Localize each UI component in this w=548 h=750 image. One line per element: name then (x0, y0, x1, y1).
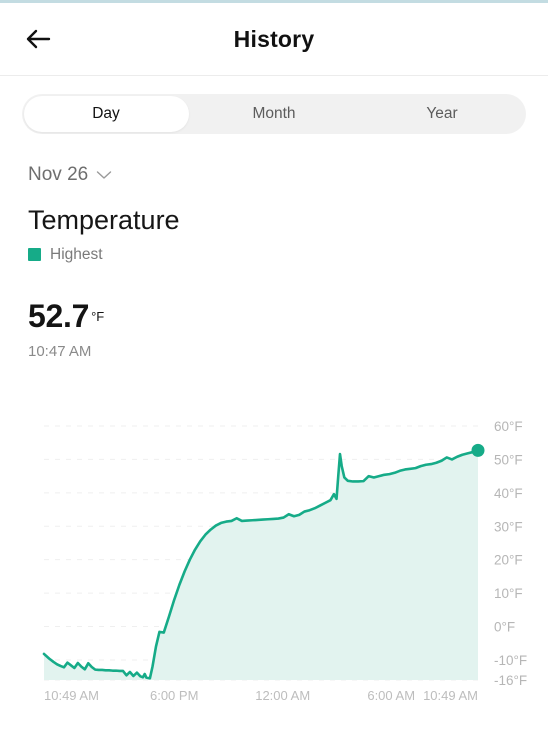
chevron-down-icon (97, 171, 112, 179)
current-value-time: 10:47 AM (28, 342, 92, 360)
chart-y-axis-labels: 60°F 50°F 40°F 30°F 20°F 10°F 0°F -10°F -16°F (494, 419, 527, 688)
x-axis-tick-label: 6:00 AM (367, 688, 415, 703)
segmented-control: Day Month Year (22, 94, 526, 134)
back-button[interactable] (16, 17, 60, 61)
y-axis-tick-label: 10°F (494, 586, 523, 601)
date-label: Nov 26 (28, 164, 89, 185)
x-axis-tick-label: 10:49 AM (423, 688, 478, 703)
chart-area-fill (44, 450, 478, 680)
current-value-unit: °F (91, 308, 105, 324)
tabs-container: Day Month Year (0, 76, 548, 134)
info-block: Nov 26 Temperature Highest 52.7 °F 10:47… (0, 134, 548, 360)
arrow-left-icon (26, 29, 51, 49)
y-axis-tick-label: 0°F (494, 620, 515, 635)
temperature-chart[interactable]: 60°F 50°F 40°F 30°F 20°F 10°F 0°F -10°F -16°F 10… (0, 408, 548, 708)
y-axis-tick-label: 40°F (494, 486, 523, 501)
y-axis-tick-label: -10°F (494, 653, 527, 668)
y-axis-tick-label: 30°F (494, 519, 523, 534)
tab-year[interactable]: Year (358, 94, 526, 134)
chart-endpoint-marker (471, 443, 485, 457)
current-value: 52.7 (28, 297, 90, 334)
tab-month[interactable]: Month (190, 94, 358, 134)
legend-swatch-highest (28, 248, 41, 262)
metric-title: Temperature (28, 205, 180, 235)
app-header: History (0, 3, 548, 76)
chart-legend: Highest (28, 246, 548, 264)
x-axis-tick-label: 12:00 AM (255, 688, 310, 703)
y-axis-tick-label: 50°F (494, 452, 523, 467)
y-axis-tick-label: 60°F (494, 419, 523, 434)
date-selector[interactable]: Nov 26 (28, 164, 112, 186)
y-axis-tick-label: 20°F (494, 553, 523, 568)
x-axis-tick-label: 10:49 AM (44, 688, 99, 703)
tab-day[interactable]: Day (22, 94, 190, 134)
legend-label-highest: Highest (50, 245, 103, 263)
current-value-row: 52.7 °F (28, 298, 548, 335)
y-axis-tick-label: -16°F (494, 673, 527, 688)
chart-x-axis-labels: 10:49 AM 6:00 PM 12:00 AM 6:00 AM 10:49 AM (44, 688, 478, 703)
chart-svg: 60°F 50°F 40°F 30°F 20°F 10°F 0°F -10°F -16°F 10… (42, 419, 527, 703)
x-axis-tick-label: 6:00 PM (150, 688, 198, 703)
page-title: History (233, 25, 315, 52)
